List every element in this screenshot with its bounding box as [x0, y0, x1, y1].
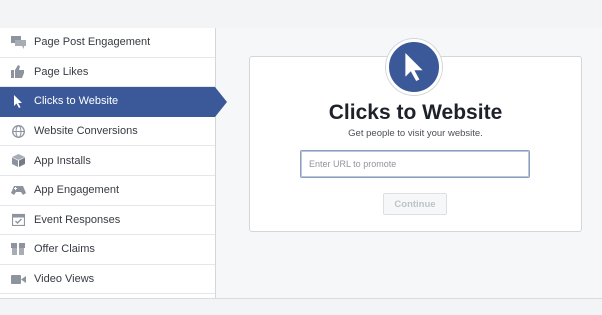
sidebar-item-label: App Installs	[34, 154, 91, 167]
speech-bubbles-icon	[10, 35, 26, 49]
sidebar-item-label: Event Responses	[34, 213, 121, 226]
sidebar-item-label: Page Post Engagement	[34, 36, 151, 49]
sidebar-item-offer-claims[interactable]: Offer Claims	[0, 235, 215, 265]
cursor-arrow-icon	[386, 39, 442, 95]
sidebar-item-app-engagement[interactable]: App Engagement	[0, 176, 215, 206]
sidebar-item-label: Offer Claims	[34, 243, 95, 256]
top-bar	[0, 0, 602, 28]
objective-title: Clicks to Website	[328, 101, 503, 124]
calendar-check-icon	[10, 213, 26, 227]
box-icon	[10, 154, 26, 168]
sidebar-item-label: Clicks to Website	[34, 95, 119, 108]
thumbs-up-icon	[10, 65, 26, 79]
sidebar-item-app-installs[interactable]: App Installs	[0, 146, 215, 176]
sidebar-item-label: Video Views	[34, 273, 95, 286]
objective-subtitle: Get people to visit your website.	[348, 128, 483, 139]
sidebar-item-clicks-to-website[interactable]: Clicks to Website	[0, 87, 227, 117]
gamepad-icon	[10, 183, 26, 197]
sidebar-item-video-views[interactable]: Video Views	[0, 265, 215, 295]
sidebar-item-label: Page Likes	[34, 65, 89, 78]
continue-button[interactable]: Continue	[383, 193, 447, 215]
sidebar-item-website-conversions[interactable]: Website Conversions	[0, 117, 215, 147]
video-camera-icon	[10, 272, 26, 286]
bottom-bar	[0, 298, 602, 315]
globe-icon	[10, 124, 26, 138]
sidebar-item-label: App Engagement	[34, 184, 120, 197]
url-input[interactable]	[300, 150, 530, 178]
sidebar-item-page-likes[interactable]: Page Likes	[0, 58, 215, 88]
cursor-arrow-icon	[10, 94, 26, 108]
objective-sidebar: Page Post Engagement Page Likes Clicks t…	[0, 28, 227, 298]
sidebar-item-event-responses[interactable]: Event Responses	[0, 206, 215, 236]
sidebar-item-label: Website Conversions	[34, 125, 138, 138]
offer-tag-icon	[10, 242, 26, 256]
sidebar-item-page-post-engagement[interactable]: Page Post Engagement	[0, 28, 215, 58]
